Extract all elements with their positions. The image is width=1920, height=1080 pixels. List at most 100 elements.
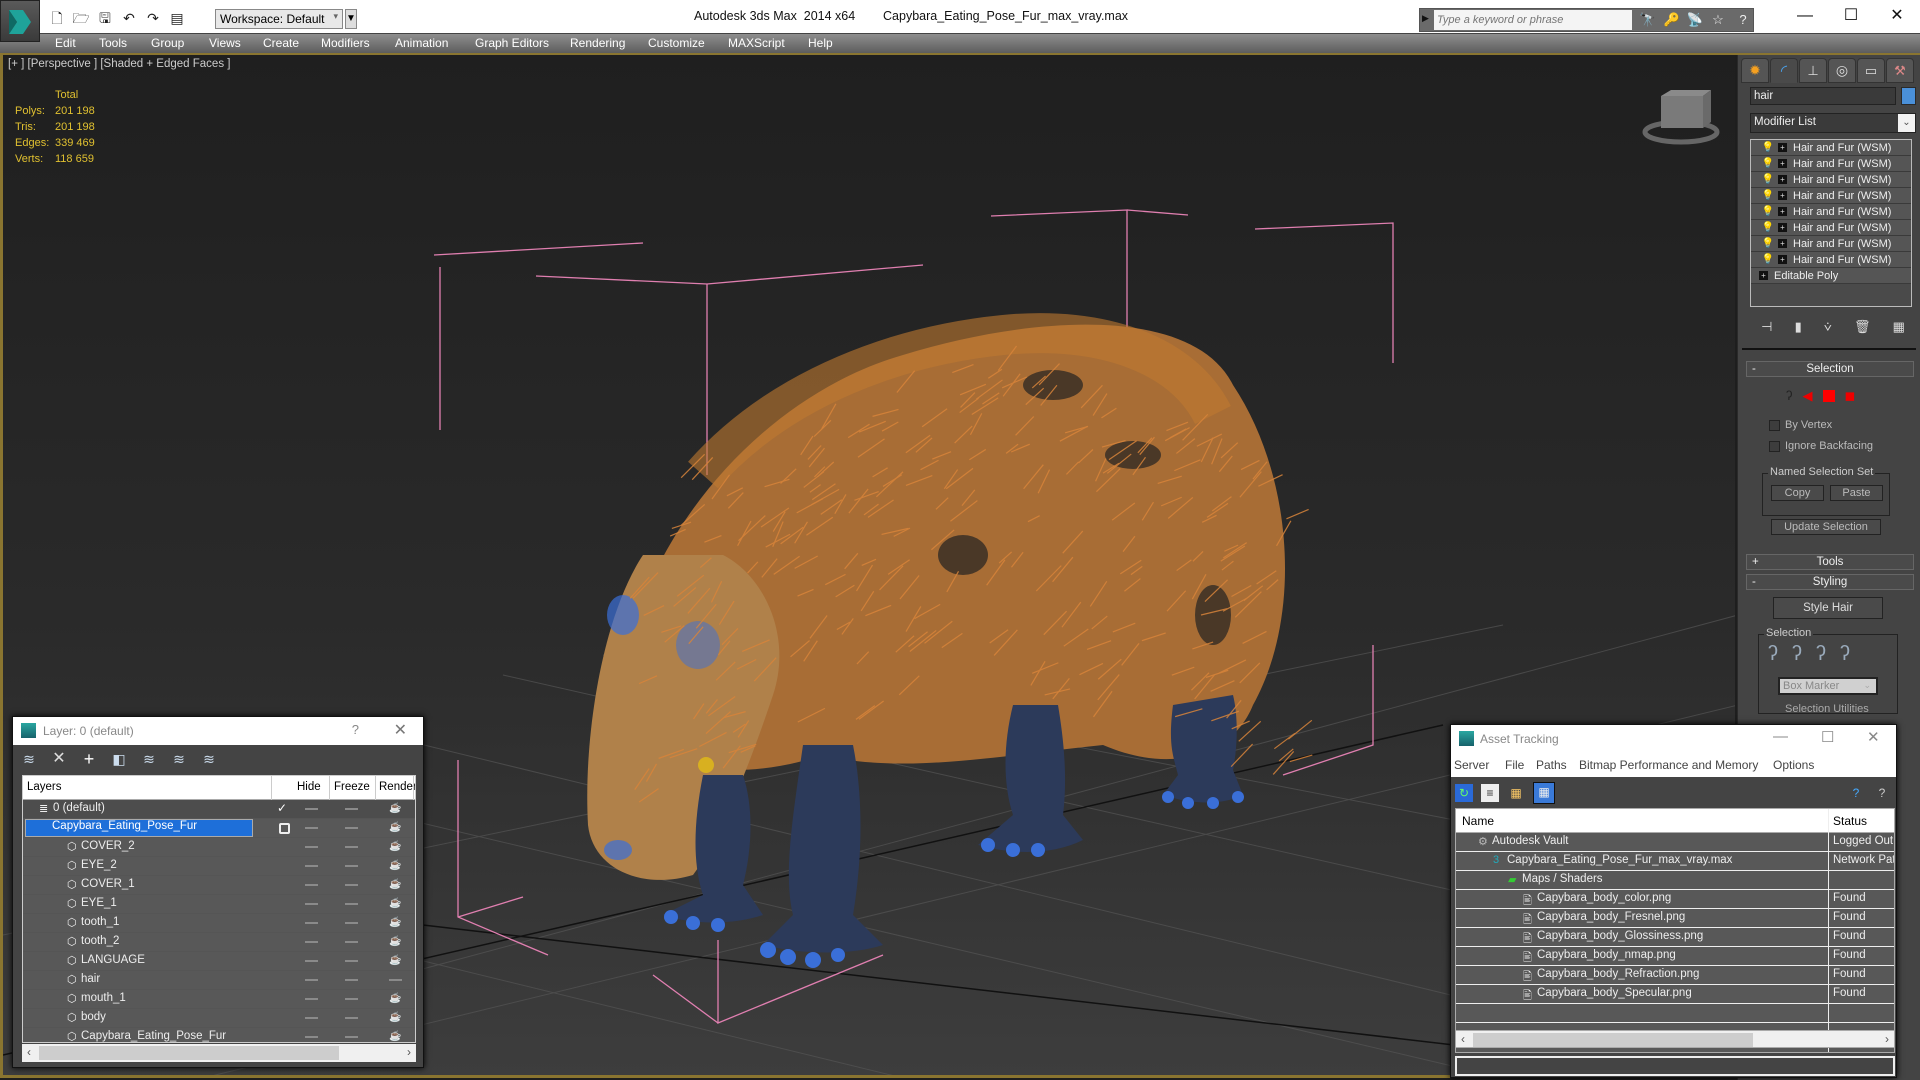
delete-layer-icon[interactable]: ✕: [49, 750, 69, 768]
freeze-toggle[interactable]: [345, 1036, 358, 1038]
stack-item[interactable]: 💡 + Hair and Fur (WSM): [1751, 252, 1911, 268]
render-teapot-icon[interactable]: ☕: [389, 822, 401, 833]
scroll-left-icon[interactable]: ‹: [1461, 1032, 1465, 1046]
face-selection-icon[interactable]: ◀: [1803, 388, 1813, 404]
layer-object-row[interactable]: ⬡ tooth_1 ☕: [23, 914, 415, 933]
column-header-status[interactable]: Status: [1833, 814, 1867, 828]
layer-name[interactable]: EYE_2: [81, 859, 117, 871]
layer-name[interactable]: Capybara_Eating_Pose_Fur: [81, 1030, 226, 1042]
by-vertex-checkbox[interactable]: By Vertex: [1769, 419, 1832, 431]
layer-properties-icon[interactable]: ≋: [199, 750, 219, 768]
workspace-dropdown[interactable]: Workspace: Default ▾: [215, 9, 343, 29]
asset-row[interactable]: 3 Capybara_Eating_Pose_Fur_max_vray.max Ne…: [1456, 852, 1894, 871]
menu-options[interactable]: Options: [1773, 758, 1814, 772]
layer-name[interactable]: hair: [81, 973, 100, 985]
render-teapot-icon[interactable]: ☕: [389, 803, 401, 814]
online-help-icon[interactable]: ?: [1847, 784, 1865, 802]
lightbulb-icon[interactable]: 💡: [1761, 142, 1775, 153]
layer-object-row[interactable]: ⬡ hair: [23, 971, 415, 990]
tab-motion[interactable]: ◎: [1828, 58, 1856, 83]
current-layer-checkmark[interactable]: ✓: [277, 801, 287, 815]
customize-toolbar-button[interactable]: ▼: [345, 9, 357, 29]
add-to-layer-icon[interactable]: +: [79, 750, 99, 768]
redo-icon[interactable]: ↷: [144, 9, 162, 27]
search-input[interactable]: [1434, 10, 1632, 30]
lightbulb-icon[interactable]: 💡: [1761, 158, 1775, 169]
layer-object-row[interactable]: ⬡ mouth_1 ☕: [23, 990, 415, 1009]
pin-stack-icon[interactable]: ⊣: [1761, 319, 1772, 335]
freeze-toggle[interactable]: [345, 884, 358, 886]
scroll-right-icon[interactable]: ›: [407, 1045, 411, 1059]
star-icon[interactable]: ☆: [1709, 11, 1727, 29]
expand-icon[interactable]: +: [1778, 223, 1787, 232]
expand-arrow-icon[interactable]: ▶: [1422, 13, 1429, 24]
lightbulb-icon[interactable]: 💡: [1761, 190, 1775, 201]
configure-sets-icon[interactable]: ▦: [1893, 319, 1905, 335]
asset-path-field[interactable]: [1455, 1056, 1895, 1076]
lightbulb-icon[interactable]: 💡: [1761, 206, 1775, 217]
layer-object-row[interactable]: ⬡ EYE_1 ☕: [23, 895, 415, 914]
satellite-icon[interactable]: 📡: [1686, 11, 1704, 29]
freeze-toggle[interactable]: [345, 903, 358, 905]
expand-icon[interactable]: +: [1778, 255, 1787, 264]
menu-edit[interactable]: Edit: [55, 36, 76, 50]
layer-name[interactable]: EYE_1: [81, 897, 117, 909]
layer-object-row[interactable]: ⬡ Capybara_Eating_Pose_Fur ☕: [23, 1028, 415, 1042]
freeze-toggle[interactable]: [345, 1017, 358, 1019]
asset-row[interactable]: 🖹 Capybara_body_Glossiness.png Found: [1456, 928, 1894, 947]
asset-row[interactable]: 🖹 Capybara_body_nmap.png Found: [1456, 947, 1894, 966]
column-header-name[interactable]: Name: [1462, 814, 1494, 828]
list-view-icon[interactable]: ≡: [1481, 784, 1499, 802]
polygon-selection-icon[interactable]: [1822, 390, 1835, 402]
hide-toggle[interactable]: [305, 1017, 318, 1019]
layer-object-row[interactable]: ⬡ COVER_2 ☕: [23, 838, 415, 857]
element-selection-icon[interactable]: ◼: [1845, 388, 1856, 404]
select-objects-icon[interactable]: ◧: [109, 750, 129, 768]
tools-rollout-header[interactable]: + Tools: [1746, 554, 1914, 570]
select-whole-guide-icon[interactable]: ʔ: [1792, 643, 1802, 666]
application-menu-button[interactable]: [0, 0, 40, 42]
minimize-button[interactable]: —: [1773, 728, 1788, 745]
tree-view-icon[interactable]: ▦: [1507, 784, 1525, 802]
stack-item[interactable]: 💡 + Hair and Fur (WSM): [1751, 172, 1911, 188]
key-icon[interactable]: 🔑: [1663, 11, 1681, 29]
hide-toggle[interactable]: [305, 998, 318, 1000]
show-end-result-icon[interactable]: ▮: [1795, 319, 1802, 335]
render-toggle[interactable]: [389, 979, 402, 981]
open-folder-icon[interactable]: 🗁: [72, 9, 90, 27]
tab-display[interactable]: ▭: [1857, 58, 1885, 83]
menu-modifiers[interactable]: Modifiers: [321, 36, 370, 50]
copy-button[interactable]: Copy: [1771, 485, 1824, 501]
menu-customize[interactable]: Customize: [648, 36, 705, 50]
menu-server[interactable]: Server: [1454, 758, 1489, 772]
menu-graph-editors[interactable]: Graph Editors: [475, 36, 549, 50]
selection-rollout-header[interactable]: - Selection: [1746, 361, 1914, 377]
render-teapot-icon[interactable]: ☕: [389, 860, 401, 871]
render-teapot-icon[interactable]: ☕: [389, 917, 401, 928]
freeze-toggle[interactable]: [345, 827, 358, 829]
menu-bitmap-performance[interactable]: Bitmap Performance and Memory: [1579, 758, 1758, 772]
viewcube[interactable]: [1623, 80, 1733, 150]
ignore-backfacing-checkbox[interactable]: Ignore Backfacing: [1769, 440, 1873, 452]
layer-name[interactable]: LANGUAGE: [81, 954, 145, 966]
layer-row[interactable]: ⊟≣Capybara_Eating_Pose_Fur☕: [23, 819, 415, 838]
layer-object-row[interactable]: ⬡ EYE_2 ☕: [23, 857, 415, 876]
select-layer-icon[interactable]: ≋: [139, 750, 159, 768]
dialog-title-bar[interactable]: Asset Tracking — ☐ ✕: [1451, 725, 1896, 753]
hide-toggle[interactable]: [305, 827, 318, 829]
layer-name[interactable]: COVER_2: [81, 840, 135, 852]
binoculars-icon[interactable]: 🔭: [1639, 11, 1657, 29]
horizontal-scrollbar[interactable]: ‹ ›: [1455, 1030, 1895, 1048]
hide-toggle[interactable]: [305, 808, 318, 810]
stack-item[interactable]: 💡 + Hair and Fur (WSM): [1751, 188, 1911, 204]
stack-item[interactable]: 💡 + Hair and Fur (WSM): [1751, 220, 1911, 236]
menu-rendering[interactable]: Rendering: [570, 36, 625, 50]
freeze-toggle[interactable]: [345, 941, 358, 943]
expand-icon[interactable]: +: [1778, 191, 1787, 200]
freeze-toggle[interactable]: [345, 960, 358, 962]
help-icon[interactable]: ?: [1734, 11, 1752, 29]
select-hair-ends-icon[interactable]: ʔ: [1768, 643, 1778, 666]
select-guide-vertices-icon[interactable]: ʔ: [1816, 643, 1826, 666]
menu-tools[interactable]: Tools: [99, 36, 127, 50]
freeze-toggle[interactable]: [345, 808, 358, 810]
